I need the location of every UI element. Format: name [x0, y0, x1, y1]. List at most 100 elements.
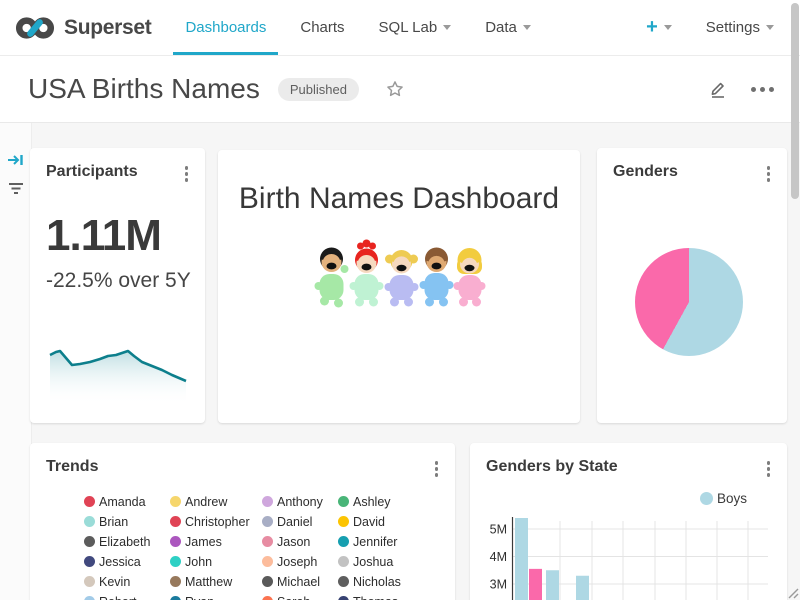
legend-item-boys[interactable]: Boys	[700, 491, 747, 506]
legend-swatch	[170, 536, 181, 547]
legend-swatch	[170, 596, 181, 600]
expand-filters-button[interactable]	[7, 152, 25, 173]
legend-label: John	[185, 555, 212, 569]
chart-menu-button[interactable]	[432, 458, 442, 480]
legend-label: Michael	[277, 575, 320, 589]
legend-item[interactable]: Kevin	[84, 572, 170, 592]
nav-menu-data[interactable]: Data	[485, 0, 531, 55]
chart-menu-button[interactable]	[764, 458, 774, 480]
legend-label: Nicholas	[353, 575, 401, 589]
legend-item[interactable]: Thomas	[338, 592, 455, 600]
legend-item[interactable]: Elizabeth	[84, 532, 170, 552]
superset-logo[interactable]: Superset	[14, 15, 151, 41]
legend-item[interactable]: Robert	[84, 592, 170, 600]
svg-text:3M: 3M	[490, 578, 507, 592]
legend-item[interactable]: Christopher	[170, 512, 262, 532]
legend-label: Daniel	[277, 515, 312, 529]
legend-label: Jennifer	[353, 535, 397, 549]
legend-swatch	[170, 496, 181, 507]
legend-swatch	[84, 516, 95, 527]
legend-label: Joseph	[277, 555, 317, 569]
nav-tab-dashboards[interactable]: Dashboards	[185, 0, 266, 55]
legend-item[interactable]: Sarah	[262, 592, 338, 600]
chart-title: Genders by State	[486, 458, 618, 476]
chart-menu-button[interactable]	[182, 163, 192, 185]
legend-swatch	[262, 516, 273, 527]
legend-item[interactable]: Ryan	[170, 592, 262, 600]
kid-mint	[350, 240, 384, 307]
legend-label: Kevin	[99, 575, 130, 589]
vertical-scrollbar[interactable]	[791, 3, 799, 199]
legend-label: Jessica	[99, 555, 141, 569]
legend-swatch	[338, 556, 349, 567]
legend-swatch	[262, 576, 273, 587]
legend-item[interactable]: Nicholas	[338, 572, 455, 592]
edit-dashboard-button[interactable]	[707, 78, 729, 100]
legend-label: Amanda	[99, 495, 146, 509]
chart-menu-button[interactable]	[764, 163, 774, 185]
caret-down-icon	[443, 25, 451, 30]
trends-legend: Amanda Andrew Anthony Ashley Brian Christophe…	[30, 492, 455, 600]
legend-label: Joshua	[353, 555, 393, 569]
legend-swatch	[84, 536, 95, 547]
legend-item[interactable]: Jennifer	[338, 532, 455, 552]
legend-item[interactable]: Jessica	[84, 552, 170, 572]
settings-menu[interactable]: Settings	[706, 19, 774, 36]
brand-name: Superset	[64, 16, 151, 40]
legend-item[interactable]: John	[170, 552, 262, 572]
genders-pie-chart	[635, 248, 743, 356]
published-badge[interactable]: Published	[278, 78, 359, 101]
caret-down-icon	[766, 25, 774, 30]
legend-label: Anthony	[277, 495, 323, 509]
legend-swatch	[170, 576, 181, 587]
legend-item[interactable]: Matthew	[170, 572, 262, 592]
participants-sparkline-chart	[48, 343, 188, 405]
legend-item[interactable]: Jason	[262, 532, 338, 552]
resize-handle-icon[interactable]	[786, 586, 799, 599]
nav-right-group: + Settings	[646, 16, 774, 39]
markdown-card: Birth Names Dashboard	[218, 150, 580, 423]
genders-by-state-bar-chart: 5M4M3M	[470, 507, 787, 600]
legend-swatch	[262, 496, 273, 507]
legend-item[interactable]: James	[170, 532, 262, 552]
legend-item[interactable]: David	[338, 512, 455, 532]
legend-label: Jason	[277, 535, 310, 549]
legend-swatch	[84, 576, 95, 587]
legend-item[interactable]: Joseph	[262, 552, 338, 572]
legend-item[interactable]: Ashley	[338, 492, 455, 512]
dashboard-menu-button[interactable]	[751, 87, 774, 92]
legend-item[interactable]: Michael	[262, 572, 338, 592]
legend-swatch	[170, 556, 181, 567]
legend-swatch	[338, 516, 349, 527]
legend-label: Robert	[99, 595, 137, 600]
caret-down-icon	[664, 25, 672, 30]
legend-swatch	[84, 496, 95, 507]
legend-item[interactable]: Amanda	[84, 492, 170, 512]
kid-blue	[420, 248, 454, 307]
new-item-button[interactable]: +	[646, 16, 672, 39]
legend-swatch	[170, 516, 181, 527]
legend-swatch	[262, 596, 273, 600]
legend-item[interactable]: Joshua	[338, 552, 455, 572]
legend-item[interactable]: Daniel	[262, 512, 338, 532]
card-header: Genders	[597, 148, 787, 185]
caret-down-icon	[523, 25, 531, 30]
legend-item[interactable]: Anthony	[262, 492, 338, 512]
legend-item[interactable]: Brian	[84, 512, 170, 532]
markdown-heading: Birth Names Dashboard	[218, 182, 580, 216]
legend-label: Ashley	[353, 495, 391, 509]
legend-label: James	[185, 535, 222, 549]
legend-label: Sarah	[277, 595, 310, 600]
legend-label: David	[353, 515, 385, 529]
chart-card-participants: Participants 1.11M -22.5% over 5Y	[30, 148, 205, 423]
header-actions	[707, 78, 774, 100]
legend-item[interactable]: Andrew	[170, 492, 262, 512]
nav-menu-sql-lab[interactable]: SQL Lab	[379, 0, 452, 55]
legend-label: Christopher	[185, 515, 250, 529]
filters-button[interactable]	[7, 181, 25, 202]
nav-tab-charts[interactable]: Charts	[300, 0, 344, 55]
favorite-star-icon[interactable]	[385, 79, 405, 99]
legend-label: Matthew	[185, 575, 232, 589]
active-tab-underline	[173, 52, 278, 55]
chart-card-genders-by-state: Genders by State Boys 5M4M3M	[470, 443, 787, 600]
